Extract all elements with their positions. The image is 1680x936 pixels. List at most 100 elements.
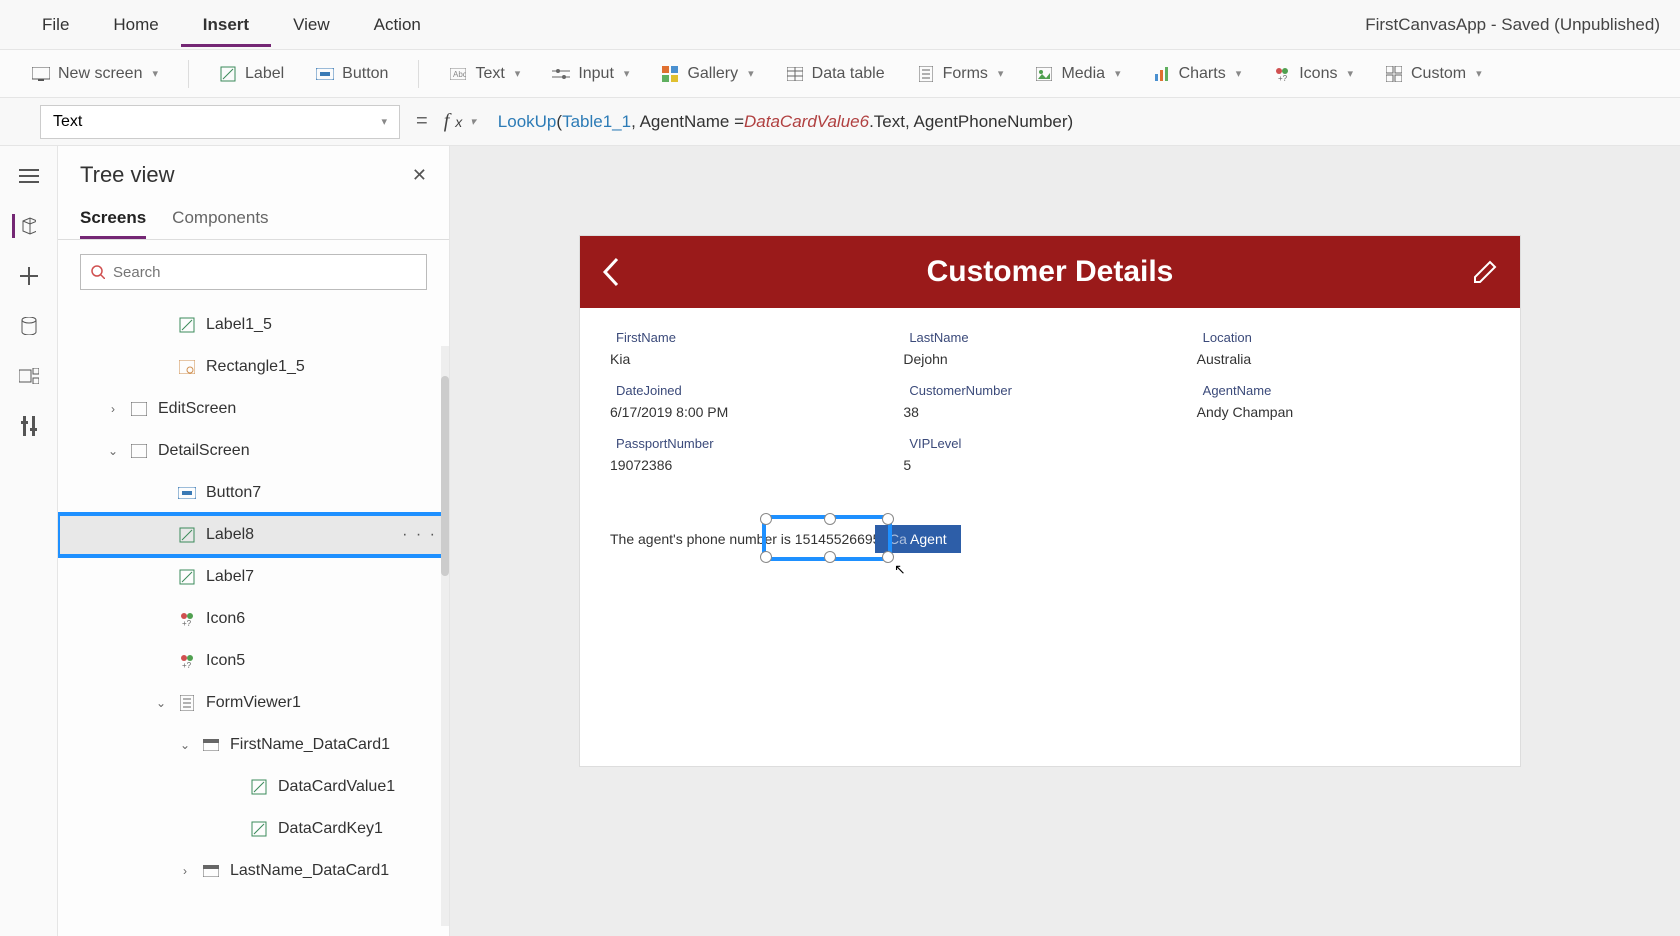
input-dropdown[interactable]: Input ▾ (540, 59, 641, 89)
edit-icon[interactable] (1472, 259, 1498, 285)
field-value: Kia (610, 349, 903, 369)
button-button[interactable]: Button (304, 59, 400, 89)
rect-icon (178, 358, 196, 376)
button-icon (316, 65, 334, 83)
tree-item[interactable]: +?Icon6 (58, 598, 449, 640)
card-icon (202, 736, 220, 754)
tree-item[interactable]: ⌄FirstName_DataCard1 (58, 724, 449, 766)
icon-icon: +? (178, 652, 196, 670)
tree-item-label: EditScreen (158, 400, 236, 418)
menu-home[interactable]: Home (91, 3, 180, 47)
gallery-dropdown[interactable]: Gallery ▾ (649, 59, 765, 89)
field-label: CustomerNumber (903, 379, 1196, 402)
tree-item-label: DataCardValue1 (278, 778, 395, 796)
label-icon (250, 820, 268, 838)
formula-input[interactable]: LookUp(Table1_1, AgentName = DataCardVal… (492, 105, 1640, 139)
insert-icon[interactable] (17, 264, 41, 288)
tree-item[interactable]: Label8· · · (58, 514, 449, 556)
data-table-button[interactable]: Data table (774, 59, 897, 89)
tree-item[interactable]: Button7 (58, 472, 449, 514)
hamburger-icon[interactable] (17, 164, 41, 188)
field-label: DateJoined (610, 379, 903, 402)
label-button[interactable]: Label (207, 59, 296, 89)
charts-icon (1153, 65, 1171, 83)
menu-action[interactable]: Action (352, 3, 443, 47)
menu-view[interactable]: View (271, 3, 352, 47)
close-icon[interactable]: ✕ (412, 165, 427, 186)
text-icon: Abc (449, 65, 467, 83)
top-menubar: File Home Insert View Action FirstCanvas… (0, 0, 1680, 50)
input-label: Input (578, 65, 614, 83)
tree-item[interactable]: › EditScreen (58, 388, 449, 430)
canvas-area[interactable]: Customer Details FirstNameKiaLastNameDej… (450, 146, 1680, 936)
back-icon[interactable] (602, 257, 622, 287)
field-value: 38 (903, 402, 1196, 422)
tree-item[interactable]: Label7 (58, 556, 449, 598)
menu-insert[interactable]: Insert (181, 3, 271, 47)
field-label: LastName (903, 326, 1196, 349)
tree-item[interactable]: DataCardKey1 (58, 808, 449, 850)
tree-item[interactable]: ⌄FormViewer1 (58, 682, 449, 724)
more-icon[interactable]: · · · (402, 526, 437, 544)
media-dropdown[interactable]: Media ▾ (1023, 59, 1132, 89)
app-header-title: Customer Details (927, 255, 1174, 289)
chevron-icon[interactable]: ⌄ (178, 738, 192, 752)
new-screen-button[interactable]: New screen ▾ (20, 59, 170, 89)
icons-dropdown[interactable]: +? Icons ▾ (1261, 59, 1365, 89)
agent-prefix: The agent's phone number is (610, 531, 795, 547)
separator (418, 60, 419, 88)
formula-token-ref: Table1_1 (562, 112, 631, 132)
fx-icon[interactable]: fx▾ (444, 110, 476, 133)
form-field: CustomerNumber38 (903, 379, 1196, 422)
tree-search[interactable] (80, 254, 427, 290)
field-label: AgentName (1197, 379, 1490, 402)
main-layout: Tree view ✕ Screens Components Label1_5R… (0, 146, 1680, 936)
tab-screens[interactable]: Screens (80, 200, 146, 239)
formula-bar: Text ▾ = fx▾ LookUp(Table1_1, AgentName … (0, 98, 1680, 146)
text-dropdown[interactable]: Abc Text ▾ (437, 59, 532, 89)
chevron-icon[interactable]: ⌄ (154, 696, 168, 710)
media-panel-icon[interactable] (17, 364, 41, 388)
tree-item[interactable]: ⌄DetailScreen (58, 430, 449, 472)
data-icon[interactable] (17, 314, 41, 338)
advanced-icon[interactable] (17, 414, 41, 438)
search-icon (91, 265, 105, 279)
forms-dropdown[interactable]: Forms ▾ (905, 59, 1016, 89)
table-icon (786, 65, 804, 83)
chevron-icon[interactable]: › (178, 864, 192, 878)
chevron-down-icon: ▾ (748, 67, 754, 80)
label-icon (178, 568, 196, 586)
chevron-down-icon: ▾ (624, 67, 630, 80)
ribbon-toolbar: New screen ▾ Label Button Abc Text ▾ Inp… (0, 50, 1680, 98)
charts-dropdown[interactable]: Charts ▾ (1141, 59, 1254, 89)
custom-dropdown[interactable]: Custom ▾ (1373, 59, 1494, 89)
tree-item[interactable]: ›LastName_DataCard1 (58, 850, 449, 892)
chevron-icon[interactable]: ⌄ (106, 444, 120, 458)
field-value: Dejohn (903, 349, 1196, 369)
property-selector[interactable]: Text ▾ (40, 105, 400, 139)
tree-item[interactable]: DataCardValue1 (58, 766, 449, 808)
chevron-down-icon: ▾ (1347, 67, 1353, 80)
equals-sign: = (416, 110, 428, 133)
new-screen-label: New screen (58, 65, 142, 83)
search-input[interactable] (113, 264, 416, 281)
field-value: 5 (903, 455, 1196, 475)
gallery-label: Gallery (687, 65, 738, 83)
button-icon (178, 484, 196, 502)
tree-item[interactable]: Label1_5 (58, 304, 449, 346)
tree-item[interactable]: +?Icon5 (58, 640, 449, 682)
input-icon (552, 65, 570, 83)
chevron-down-icon: ▾ (1115, 67, 1121, 80)
agent-row: The agent's phone number is 15145526695 … (610, 531, 1490, 547)
chevron-icon[interactable]: › (106, 402, 120, 416)
call-agent-button[interactable]: Ca Agent (875, 525, 961, 553)
agent-button-label: Agent (910, 531, 947, 547)
tree-item[interactable]: Rectangle1_5 (58, 346, 449, 388)
tree-view-icon[interactable] (12, 214, 36, 238)
scrollbar[interactable] (441, 346, 449, 926)
card-icon (202, 862, 220, 880)
tab-components[interactable]: Components (172, 200, 268, 239)
menu-file[interactable]: File (20, 3, 91, 47)
chevron-down-icon: ▾ (152, 67, 158, 80)
screen-icon (130, 442, 148, 460)
